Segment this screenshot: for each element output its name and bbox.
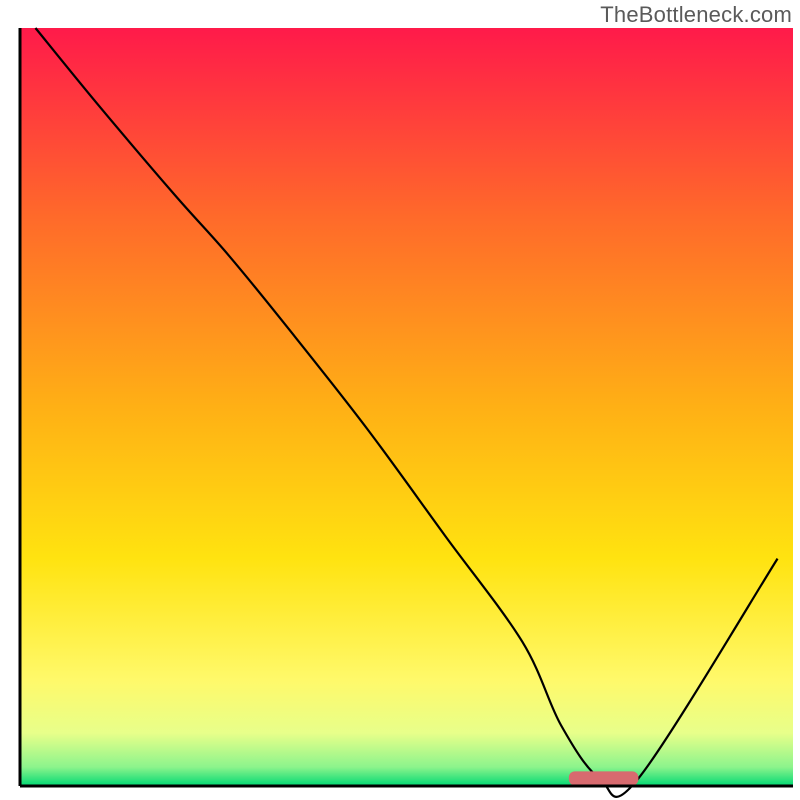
chart-container: { "watermark": "TheBottleneck.com", "cha… — [0, 0, 800, 800]
gradient-background — [20, 28, 793, 786]
bottleneck-chart — [0, 0, 800, 800]
watermark-text: TheBottleneck.com — [600, 2, 792, 28]
optimal-marker — [569, 771, 639, 785]
